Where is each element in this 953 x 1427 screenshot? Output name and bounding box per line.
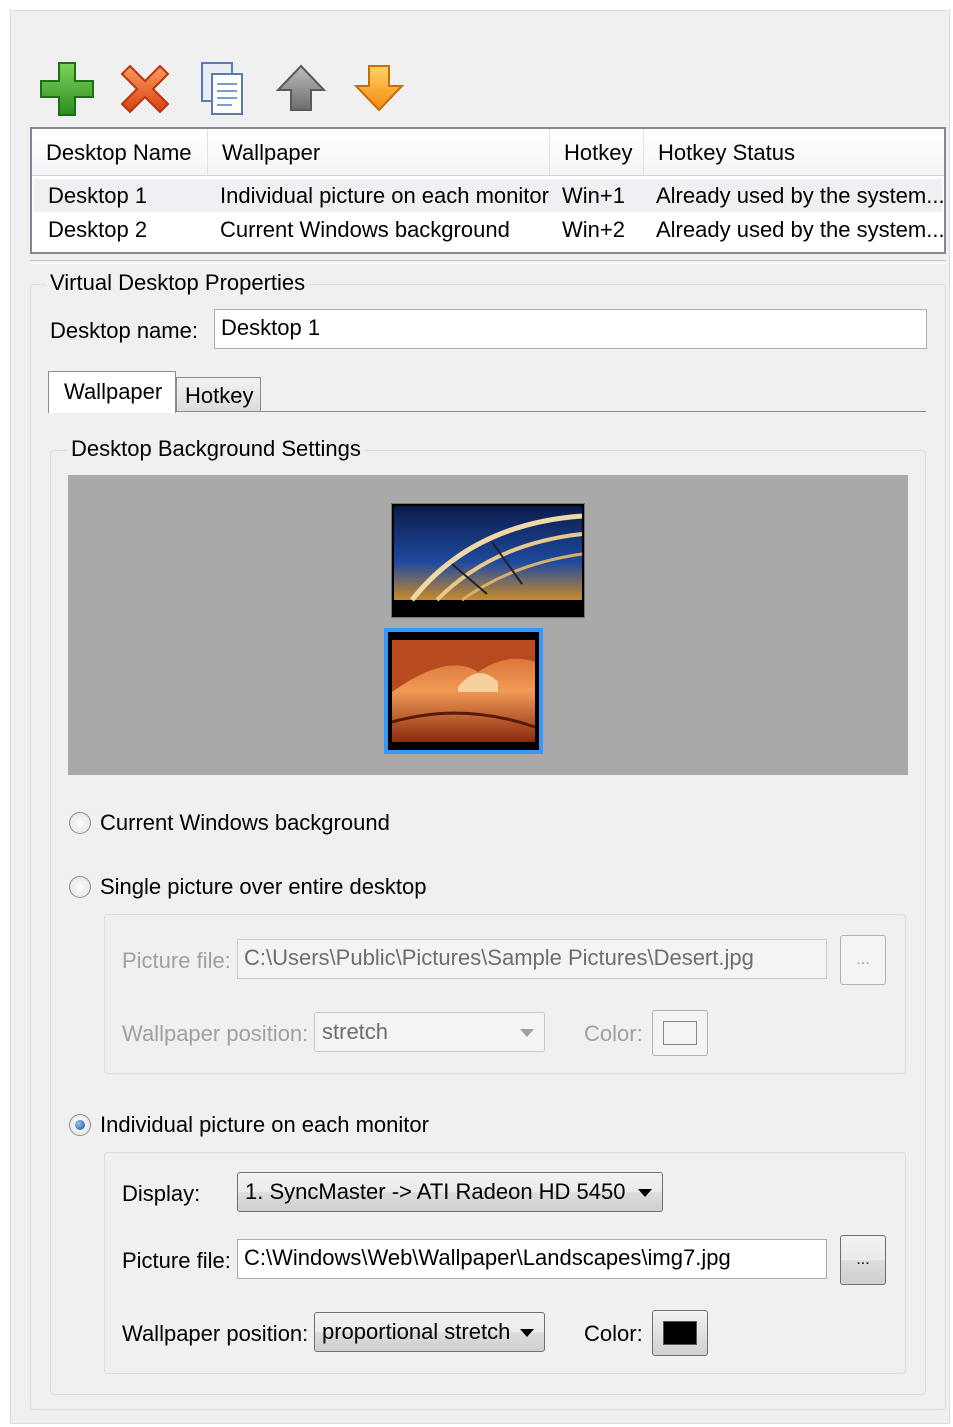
display-label: Display: xyxy=(122,1181,201,1206)
monitor-2-preview[interactable] xyxy=(391,503,585,618)
add-desktop-button[interactable] xyxy=(38,60,96,118)
single-color-label: Color: xyxy=(584,1021,643,1046)
monitor-1-wallpaper-thumbnail xyxy=(388,632,539,750)
column-header-wallpaper[interactable]: Wallpaper xyxy=(208,129,550,175)
tab-wallpaper[interactable]: Wallpaper xyxy=(48,371,176,413)
single-position-select: stretch xyxy=(314,1012,545,1052)
radio-individual-picture-label[interactable]: Individual picture on each monitor xyxy=(100,1112,429,1138)
list-header: Desktop Name Wallpaper Hotkey Hotkey Sta… xyxy=(32,129,944,176)
monitor-1-preview-selected[interactable] xyxy=(384,628,543,754)
radio-single-picture-label[interactable]: Single picture over entire desktop xyxy=(100,874,427,900)
desktop-name-label: Desktop name: xyxy=(50,318,198,343)
single-position-label: Wallpaper position: xyxy=(122,1021,309,1046)
desktop-name-input[interactable]: Desktop 1 xyxy=(214,309,927,349)
display-value: 1. SyncMaster -> ATI Radeon HD 5450 xyxy=(245,1179,626,1204)
copy-desktop-button[interactable] xyxy=(194,60,252,118)
radio-selected-dot xyxy=(75,1120,85,1130)
column-header-hotkey-status[interactable]: Hotkey Status xyxy=(644,129,944,175)
tab-hotkey[interactable]: Hotkey xyxy=(176,377,261,411)
cell-hotkey: Win+1 xyxy=(562,183,625,208)
move-up-button[interactable] xyxy=(272,60,330,118)
column-header-hotkey[interactable]: Hotkey xyxy=(550,129,644,175)
cell-desktop-name: Desktop 2 xyxy=(48,217,148,242)
chevron-down-icon xyxy=(520,1029,534,1037)
individual-picture-file-label: Picture file: xyxy=(122,1248,231,1273)
table-row[interactable]: Desktop 1 Individual picture on each mon… xyxy=(34,179,945,212)
cell-hotkey: Win+2 xyxy=(562,217,625,242)
move-down-icon xyxy=(353,65,405,112)
single-browse-button: ... xyxy=(840,935,886,985)
cell-hotkey-status: Already used by the system... xyxy=(656,217,945,242)
add-icon xyxy=(40,62,94,116)
column-header-desktop-name[interactable]: Desktop Name xyxy=(32,129,208,175)
table-row[interactable]: Desktop 2 Current Windows background Win… xyxy=(34,213,945,246)
individual-position-label: Wallpaper position: xyxy=(122,1321,309,1346)
copy-icon xyxy=(201,62,243,115)
individual-browse-button[interactable]: ... xyxy=(840,1235,886,1285)
move-down-button[interactable] xyxy=(350,60,408,118)
individual-color-button[interactable] xyxy=(652,1310,708,1356)
display-select[interactable]: 1. SyncMaster -> ATI Radeon HD 5450 xyxy=(237,1172,663,1212)
single-color-button xyxy=(652,1010,708,1056)
cell-hotkey-status: Already used by the system... xyxy=(656,183,945,208)
radio-individual-picture[interactable] xyxy=(69,1114,91,1136)
single-picture-file-input: C:\Users\Public\Pictures\Sample Pictures… xyxy=(237,939,827,979)
radio-current-background-label[interactable]: Current Windows background xyxy=(100,810,390,836)
individual-position-select[interactable]: proportional stretch xyxy=(314,1312,545,1352)
radio-single-picture[interactable] xyxy=(69,876,91,898)
desktop-list[interactable]: Desktop Name Wallpaper Hotkey Hotkey Sta… xyxy=(30,127,946,254)
single-position-value: stretch xyxy=(322,1019,389,1044)
single-color-swatch xyxy=(663,1021,697,1045)
move-up-icon xyxy=(275,64,327,111)
chevron-down-icon xyxy=(638,1189,652,1197)
monitor-2-wallpaper-thumbnail xyxy=(392,504,584,617)
cell-wallpaper: Individual picture on each monitor xyxy=(220,183,549,208)
delete-desktop-button[interactable] xyxy=(116,60,174,118)
cell-desktop-name: Desktop 1 xyxy=(48,183,148,208)
radio-current-background[interactable] xyxy=(69,812,91,834)
individual-color-label: Color: xyxy=(584,1321,643,1346)
single-picture-file-label: Picture file: xyxy=(122,948,231,973)
delete-icon xyxy=(120,64,170,114)
tab-strip-line xyxy=(48,411,926,412)
cell-wallpaper: Current Windows background xyxy=(220,217,510,242)
individual-position-value: proportional stretch xyxy=(322,1319,511,1344)
splitter[interactable] xyxy=(30,260,946,264)
properties-group-title: Virtual Desktop Properties xyxy=(46,270,310,296)
chevron-down-icon xyxy=(520,1329,534,1337)
individual-picture-file-input[interactable]: C:\Windows\Web\Wallpaper\Landscapes\img7… xyxy=(237,1239,827,1279)
individual-color-swatch xyxy=(663,1321,697,1345)
background-settings-title: Desktop Background Settings xyxy=(67,436,365,462)
